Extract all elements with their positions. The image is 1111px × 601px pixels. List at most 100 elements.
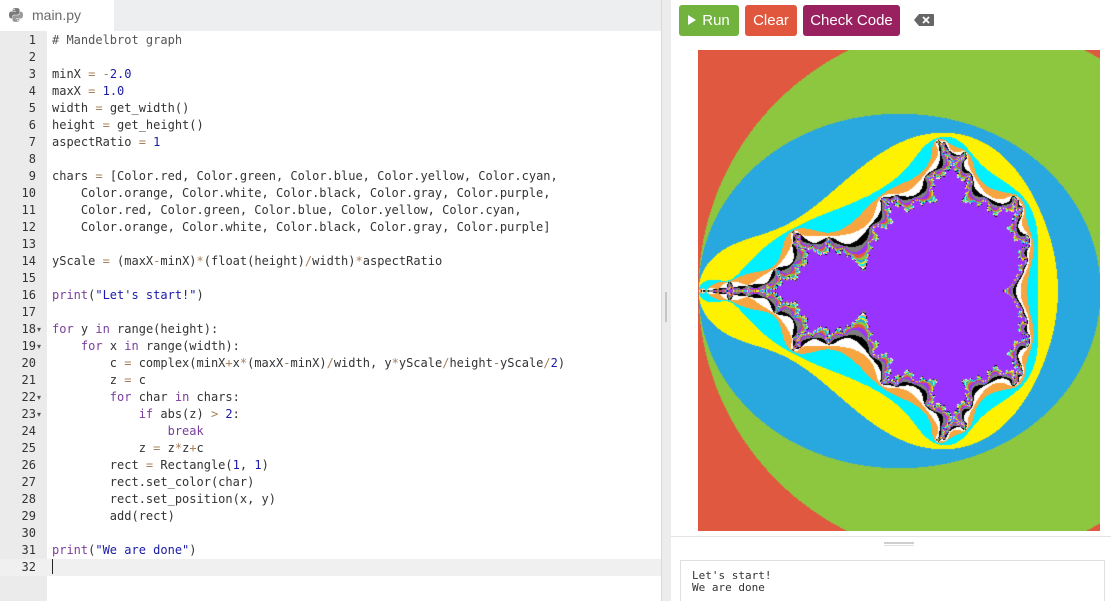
code-line[interactable]: 8 [0, 151, 661, 168]
line-number: 29 [21, 509, 36, 523]
output-pane: Run Clear Check Code Let's start! We are… [671, 0, 1111, 601]
line-number: 16 [21, 288, 36, 302]
line-number: 7 [28, 135, 36, 149]
fold-arrow-icon[interactable]: ▾ [37, 338, 41, 355]
code-editor[interactable]: main.py 1 # Mandelbrot graph 2 3 minX = -2.0… [0, 0, 661, 601]
code-line[interactable]: 28 rect.set_position(x, y) [0, 491, 661, 508]
code-text: # Mandelbrot graph [52, 33, 183, 47]
code-line[interactable]: 24 break [0, 423, 661, 440]
code-line[interactable]: 9 chars = [Color.red, Color.green, Color.… [0, 168, 661, 185]
line-number: 18 [21, 322, 36, 336]
text-cursor [52, 559, 53, 574]
fold-arrow-icon[interactable]: ▾ [37, 406, 41, 423]
line-number: 28 [21, 492, 36, 506]
code-text: width = get_width() [52, 101, 190, 115]
code-line[interactable]: 6 height = get_height() [0, 117, 661, 134]
clear-button[interactable]: Clear [745, 5, 797, 36]
line-number: 21 [21, 373, 36, 387]
code-line[interactable]: 2 [0, 49, 661, 66]
code-line[interactable]: 32 [0, 559, 661, 576]
code-line[interactable]: 30 [0, 525, 661, 542]
code-line[interactable]: 25 z = z*z+c [0, 440, 661, 457]
line-number: 15 [21, 271, 36, 285]
line-number: 32 [21, 560, 36, 574]
code-text: rect.set_position(x, y) [52, 492, 276, 506]
code-text: print("Let's start!") [52, 288, 204, 302]
line-number: 17 [21, 305, 36, 319]
line-number: 10 [21, 186, 36, 200]
line-number: 3 [28, 67, 36, 81]
check-code-label: Check Code [810, 12, 893, 29]
code-line[interactable]: 12 Color.orange, Color.white, Color.blac… [0, 219, 661, 236]
line-number: 31 [21, 543, 36, 557]
line-number: 4 [28, 84, 36, 98]
code-line[interactable]: 21 z = c [0, 372, 661, 389]
code-line[interactable]: 19 ▾ for x in range(width): [0, 338, 661, 355]
splitter-grip[interactable] [665, 292, 667, 322]
code-line[interactable]: 5 width = get_width() [0, 100, 661, 117]
console-resize-handle[interactable] [884, 542, 914, 544]
run-label: Run [702, 12, 730, 29]
code-text: break [167, 424, 204, 438]
line-number: 13 [21, 237, 36, 251]
code-line[interactable]: 13 [0, 236, 661, 253]
code-text: print("We are done") [52, 543, 197, 557]
clear-label: Clear [753, 12, 789, 29]
code-line[interactable]: 23 ▾ if abs(z) > 2: [0, 406, 661, 423]
code-line[interactable]: 1 # Mandelbrot graph [0, 32, 661, 49]
code-line[interactable]: 4 maxX = 1.0 [0, 83, 661, 100]
line-number: 23 [21, 407, 36, 421]
python-icon [9, 8, 23, 22]
code-line[interactable]: 26 rect = Rectangle(1, 1) [0, 457, 661, 474]
check-code-button[interactable]: Check Code [803, 5, 900, 36]
tab-main-py[interactable]: main.py [0, 0, 114, 31]
console-line: We are done [692, 581, 765, 594]
code-text: z = c [52, 373, 146, 387]
code-text: for x in range(width): [80, 339, 240, 353]
code-line[interactable]: 16 print("Let's start!") [0, 287, 661, 304]
code-text: maxX = 1.0 [52, 84, 125, 98]
run-button[interactable]: Run [679, 5, 739, 36]
code-text: c = complex(minX+x*(maxX-minX)/width, y*… [52, 356, 566, 370]
code-text: if abs(z) > 2: [138, 407, 240, 421]
line-number: 26 [21, 458, 36, 472]
code-line[interactable]: 18 ▾ for y in range(height): [0, 321, 661, 338]
code-text [52, 559, 53, 576]
code-line[interactable]: 22 ▾ for char in chars: [0, 389, 661, 406]
code-text: aspectRatio = 1 [52, 135, 161, 149]
code-line[interactable]: 20 c = complex(minX+x*(maxX-minX)/width,… [0, 355, 661, 372]
code-line[interactable]: 15 [0, 270, 661, 287]
line-number: 27 [21, 475, 36, 489]
line-number: 25 [21, 441, 36, 455]
line-number: 30 [21, 526, 36, 540]
pane-splitter[interactable] [661, 0, 671, 601]
backspace-icon[interactable] [914, 14, 934, 26]
code-line[interactable]: 7 aspectRatio = 1 [0, 134, 661, 151]
code-line[interactable]: 17 [0, 304, 661, 321]
code-line[interactable]: 27 rect.set_color(char) [0, 474, 661, 491]
line-number: 1 [28, 33, 36, 47]
console-output: Let's start! We are done [680, 560, 1105, 601]
code-line[interactable]: 14 yScale = (maxX-minX)*(float(height)/wi… [0, 253, 661, 270]
line-number: 8 [28, 152, 36, 166]
code-line[interactable]: 29 add(rect) [0, 508, 661, 525]
code-line[interactable]: 31 print("We are done") [0, 542, 661, 559]
line-number: 12 [21, 220, 36, 234]
graphics-canvas-area [671, 44, 1111, 537]
line-number: 5 [28, 101, 36, 115]
fold-arrow-icon[interactable]: ▾ [37, 389, 41, 406]
code-line[interactable]: 10 Color.orange, Color.white, Color.blac… [0, 185, 661, 202]
fold-arrow-icon[interactable]: ▾ [37, 321, 41, 338]
code-text: z = z*z+c [52, 441, 204, 455]
tab-bar: main.py [0, 0, 661, 31]
console-resize-handle-line[interactable] [884, 545, 914, 546]
line-number: 20 [21, 356, 36, 370]
line-number: 14 [21, 254, 36, 268]
code-line[interactable]: 11 Color.red, Color.green, Color.blue, C… [0, 202, 661, 219]
code-area[interactable]: 1 # Mandelbrot graph 2 3 minX = -2.0 4 maxX = … [0, 32, 661, 576]
code-text: Color.red, Color.green, Color.blue, Colo… [52, 203, 522, 217]
code-text: for y in range(height): [52, 322, 219, 336]
code-line[interactable]: 3 minX = -2.0 [0, 66, 661, 83]
code-text: minX = -2.0 [52, 67, 132, 81]
code-text: yScale = (maxX-minX)*(float(height)/widt… [52, 254, 443, 268]
